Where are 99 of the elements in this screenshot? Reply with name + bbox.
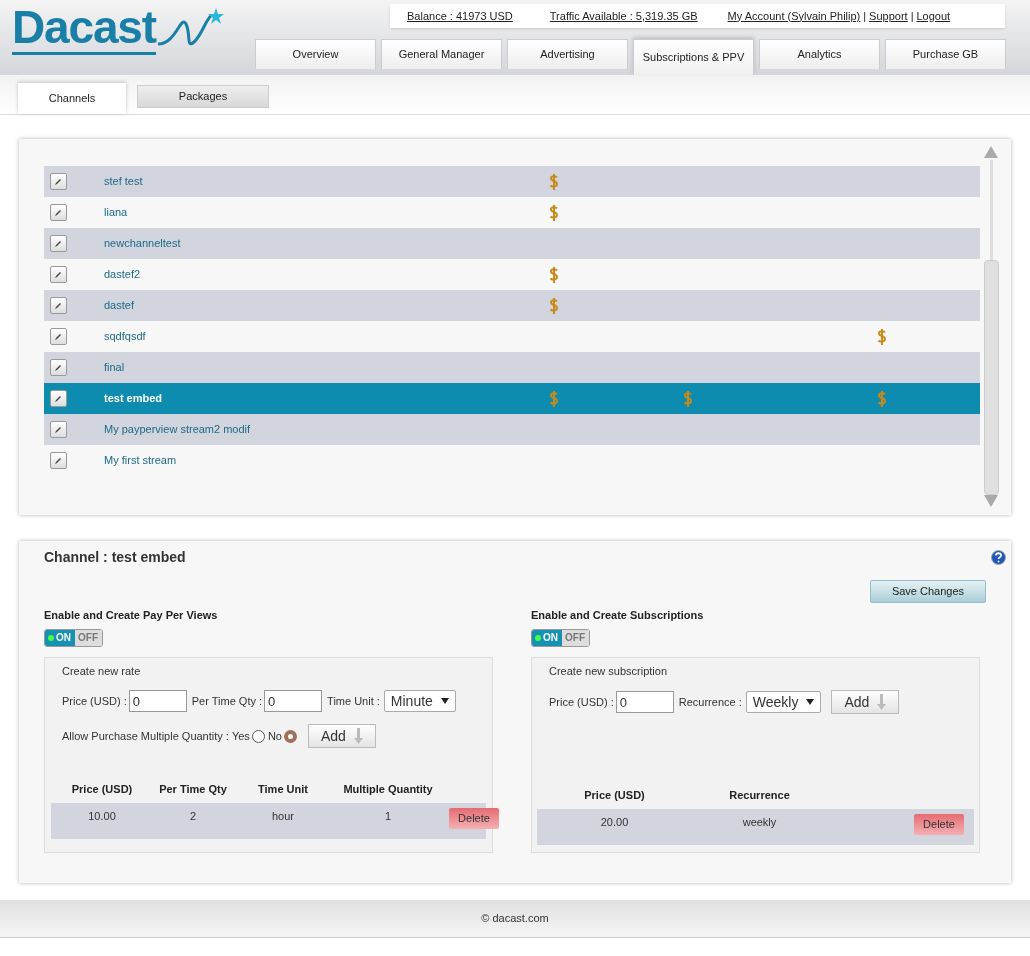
radio-button[interactable] <box>283 729 297 743</box>
field-label: Allow Purchase Multiple Quantity : <box>62 728 229 744</box>
form-title: Create new rate <box>62 663 142 679</box>
input-field[interactable]: 0 <box>128 690 187 712</box>
field-label: Time Unit : <box>327 693 380 709</box>
channel-name[interactable]: My payperview stream2 modif <box>104 421 548 438</box>
field-label: Per Time Qty : <box>191 693 263 709</box>
pencil-icon <box>55 209 62 216</box>
logo[interactable]: Dacast <box>12 4 156 55</box>
pencil-icon <box>55 271 62 278</box>
scrollbar[interactable] <box>983 146 999 507</box>
scroll-up-icon <box>984 146 998 158</box>
edit-button[interactable] <box>50 266 67 283</box>
edit-button[interactable] <box>50 359 67 376</box>
nav-tab[interactable]: General Manager <box>381 39 502 69</box>
pencil-icon <box>55 426 62 433</box>
channel-name[interactable]: test embed <box>104 390 548 407</box>
support-link[interactable]: Support <box>869 7 908 25</box>
traffic-link[interactable]: Traffic Available : 5,319.35 GB <box>549 7 698 25</box>
column-header: Time Unit <box>257 782 309 797</box>
table-cell-text: 1 <box>383 808 393 824</box>
edit-button[interactable] <box>50 204 67 221</box>
table-cell-text: 10.00 <box>87 808 117 824</box>
pencil-icon <box>55 240 62 247</box>
channel-name[interactable]: My first stream <box>104 452 548 469</box>
nav-tab[interactable]: Advertising <box>507 39 628 69</box>
edit-button[interactable] <box>50 328 67 345</box>
nav-tab[interactable]: Analytics <box>759 39 880 69</box>
column-header: Price (USD) <box>583 788 646 803</box>
down-arrow-icon <box>877 694 887 710</box>
channel-name[interactable]: newchanneltest <box>104 235 548 252</box>
table-cell-text: 2 <box>188 808 198 824</box>
add-button[interactable]: Add <box>831 690 900 714</box>
section-heading: Enable and Create Pay Per Views <box>44 608 219 623</box>
table-cell-text: 20.00 <box>599 814 630 830</box>
channel-name[interactable]: final <box>104 359 548 376</box>
channel-row[interactable]: stef test <box>44 166 980 197</box>
field-label: Price (USD) : <box>549 694 614 710</box>
input-field[interactable]: 0 <box>615 691 674 713</box>
channel-row[interactable]: test embed <box>44 383 980 414</box>
on-off-toggle[interactable]: ON OFF <box>44 628 103 647</box>
nav-tab[interactable]: Overview <box>255 39 376 69</box>
edit-button[interactable] <box>50 421 67 438</box>
caret-icon <box>440 698 449 704</box>
radio-label: Yes <box>231 728 250 744</box>
radio-label: No <box>267 728 282 744</box>
delete-button[interactable]: Delete <box>914 813 964 835</box>
channel-name[interactable]: stef test <box>104 173 548 190</box>
edit-button[interactable] <box>50 235 67 252</box>
pencil-icon <box>55 364 62 371</box>
channel-title: Channel : test embed <box>44 548 186 567</box>
field-label: Price (USD) : <box>62 693 127 709</box>
channel-row[interactable]: final <box>44 352 980 383</box>
logout-link[interactable]: Logout <box>916 7 951 25</box>
edit-button[interactable] <box>50 452 67 469</box>
section-heading: Enable and Create Subscriptions <box>531 608 705 623</box>
sub-tab[interactable]: Packages <box>137 85 269 108</box>
column-header: Multiple Quantity <box>342 782 434 797</box>
sub-tab[interactable]: Channels <box>18 83 126 114</box>
edit-button[interactable] <box>50 173 67 190</box>
add-button[interactable]: Add <box>307 724 376 748</box>
channel-row[interactable]: My payperview stream2 modif <box>44 414 980 445</box>
field-label: Recurrence : <box>678 694 742 710</box>
help-icon[interactable] <box>991 550 1006 565</box>
nav-tab[interactable]: Subscriptions & PPV <box>633 39 754 75</box>
pencil-icon <box>55 395 62 402</box>
column-header: Recurrence <box>728 788 791 803</box>
pencil-icon <box>55 333 62 340</box>
channel-name[interactable]: dastef <box>104 297 548 314</box>
form-title: Create new subscription <box>549 663 668 679</box>
pencil-icon <box>55 457 62 464</box>
separator: | <box>863 8 867 24</box>
channel-row[interactable]: newchanneltest <box>44 228 980 259</box>
radio-button[interactable] <box>251 729 265 743</box>
pencil-icon <box>55 178 62 185</box>
save-changes-button[interactable]: Save Changes <box>870 580 986 603</box>
dropdown[interactable]: Weekly <box>745 691 822 713</box>
separator: | <box>910 8 914 24</box>
table-cell-text: hour <box>271 808 295 824</box>
channel-name[interactable]: sqdfqsdf <box>104 328 548 345</box>
column-header: Price (USD) <box>70 782 134 797</box>
balance-link[interactable]: Balance : 41973 USD <box>407 7 513 25</box>
caret-icon <box>806 699 815 705</box>
edit-button[interactable] <box>50 297 67 314</box>
pencil-icon <box>55 302 62 309</box>
channel-row[interactable]: dastef <box>44 290 980 321</box>
channel-name[interactable]: liana <box>104 204 548 221</box>
table-cell-text: weekly <box>741 814 778 830</box>
down-arrow-icon <box>353 728 363 744</box>
delete-button[interactable]: Delete <box>449 807 499 829</box>
copyright-text: © dacast.com <box>481 911 549 927</box>
edit-button[interactable] <box>50 390 67 407</box>
column-header: Per Time Qty <box>158 782 228 797</box>
dropdown[interactable]: Minute <box>383 690 456 712</box>
account-link[interactable]: My Account (Sylvain Philip) <box>727 7 861 25</box>
on-off-toggle[interactable]: ON OFF <box>531 628 590 647</box>
input-field[interactable]: 0 <box>264 690 323 712</box>
nav-tab[interactable]: Purchase GB <box>885 39 1006 69</box>
channel-name[interactable]: dastef2 <box>104 266 548 283</box>
